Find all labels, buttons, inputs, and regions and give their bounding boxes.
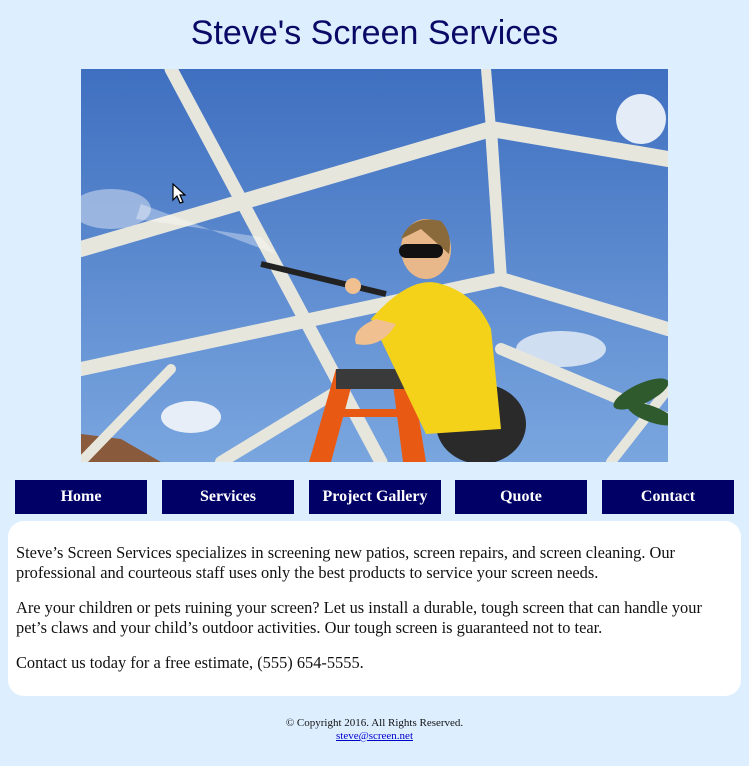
contact-paragraph: Contact us today for a free estimate, (5… xyxy=(16,653,364,672)
site-title: Steve's Screen Services xyxy=(190,14,559,52)
nav-contact[interactable]: Contact xyxy=(602,480,734,514)
nav-quote[interactable]: Quote xyxy=(455,480,587,514)
nav-home[interactable]: Home xyxy=(15,480,147,514)
mouse-cursor-icon xyxy=(172,183,186,204)
hero-image xyxy=(81,69,668,462)
nav-project-gallery[interactable]: Project Gallery xyxy=(309,480,441,514)
copyright-text: © Copyright 2016. All Rights Reserved. xyxy=(285,717,464,729)
main-nav: Home Services Project Gallery Quote Cont… xyxy=(0,480,749,514)
intro-paragraph: Steve’s Screen Services specializes in s… xyxy=(16,543,676,582)
nav-services[interactable]: Services xyxy=(162,480,294,514)
durability-paragraph: Are your children or pets ruining your s… xyxy=(16,598,702,637)
email-link[interactable]: steve@screen.net xyxy=(336,730,413,742)
main-content: Steve’s Screen Services specializes in s… xyxy=(8,521,741,696)
footer: © Copyright 2016. All Rights Reserved. s… xyxy=(0,717,749,743)
